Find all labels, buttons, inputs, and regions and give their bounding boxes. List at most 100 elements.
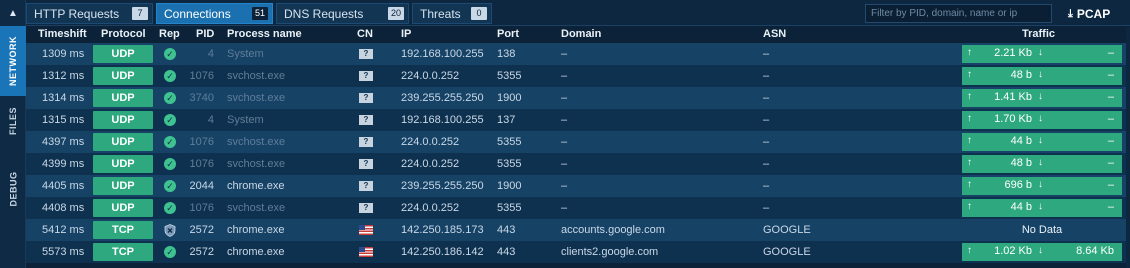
arrow-down-icon: ↓ [1038, 201, 1043, 212]
timeshift-cell: 4408 ms [42, 202, 85, 214]
tab-count-badge: 0 [471, 7, 487, 20]
check-circle-icon: ✓ [164, 48, 176, 60]
collapse-panel-button[interactable]: ▲ [0, 2, 26, 24]
traffic-sent: 48 b [1010, 69, 1032, 81]
col-ip[interactable]: IP [401, 28, 411, 40]
port-cell: 5355 [497, 158, 522, 170]
timeshift-cell: 4397 ms [42, 136, 85, 148]
asn-cell: – [763, 202, 770, 214]
ip-cell: 239.255.255.250 [401, 92, 484, 104]
table-row[interactable]: 1315 ms UDP ✓ 4 System? 192.168.100.255 137– – ↑… [26, 109, 1130, 131]
ip-cell: 239.255.255.250 [401, 180, 484, 192]
arrow-up-icon: ↑ [967, 201, 972, 212]
ip-cell: 224.0.0.252 [401, 136, 460, 148]
table-row[interactable]: 1312 ms UDP ✓ 1076 svchost.exe? 224.0.0.252 53… [26, 65, 1130, 87]
check-circle-icon: ✓ [164, 158, 176, 170]
port-cell: 5355 [497, 202, 522, 214]
col-port[interactable]: Port [497, 28, 519, 40]
col-protocol[interactable]: Protocol [101, 28, 146, 40]
table-row[interactable]: 1314 ms UDP ✓ 3740 svchost.exe? 239.255.255.2… [26, 87, 1130, 109]
traffic-cell: ↑ 2.21 Kb ↓ – [962, 45, 1122, 63]
asn-cell: – [763, 180, 770, 192]
table-row[interactable]: 4397 ms UDP ✓ 1076 svchost.exe? 224.0.0.252 53… [26, 131, 1130, 153]
col-domain[interactable]: Domain [561, 28, 601, 40]
col-process-name[interactable]: Process name [227, 28, 302, 40]
traffic-cell: ↑ 1.41 Kb ↓ – [962, 89, 1122, 107]
unknown-country-icon: ? [359, 49, 373, 59]
tab-http-requests[interactable]: HTTP Requests 7 [26, 3, 153, 24]
port-cell: 138 [497, 48, 516, 60]
traffic-sent: 1.70 Kb [994, 113, 1032, 125]
process-name-cell: chrome.exe [227, 224, 285, 236]
check-circle-icon: ✓ [164, 202, 176, 214]
col-timeshift[interactable]: Timeshift [38, 28, 87, 40]
traffic-cell: ↑ 1.02 Kb ↓ 8.64 Kb [962, 243, 1122, 261]
arrow-up-icon: ↑ [967, 113, 972, 124]
traffic-received: – [1107, 47, 1114, 59]
port-cell: 443 [497, 224, 516, 236]
traffic-sent: 696 b [1004, 179, 1032, 191]
tab-count-badge: 20 [387, 7, 404, 20]
col-asn[interactable]: ASN [763, 28, 786, 40]
rail-tab-network[interactable]: NETWORK [0, 26, 26, 96]
protocol-badge: TCP [93, 221, 153, 239]
pid-cell: 4 [207, 48, 214, 60]
filter-input[interactable] [865, 4, 1052, 23]
rail-tab-files[interactable]: FILES [0, 98, 26, 144]
pid-cell: 2044 [189, 180, 214, 192]
process-name-cell: svchost.exe [227, 70, 286, 82]
arrow-down-icon: ↓ [1038, 135, 1043, 146]
protocol-badge: TCP [93, 243, 153, 261]
unknown-country-icon: ? [359, 93, 373, 103]
pid-cell: 1076 [189, 158, 214, 170]
process-name-cell: svchost.exe [227, 92, 286, 104]
check-circle-icon: ✓ [164, 180, 176, 192]
process-name-cell: svchost.exe [227, 158, 286, 170]
table-row[interactable]: 4408 ms UDP ✓ 1076 svchost.exe? 224.0.0.252 53… [26, 197, 1130, 219]
pid-cell: 1076 [189, 136, 214, 148]
tab-count-badge: 7 [132, 7, 148, 20]
download-icon: ⤓ [1068, 7, 1073, 20]
timeshift-cell: 4399 ms [42, 158, 85, 170]
domain-cell: – [561, 136, 568, 148]
col-traffic[interactable]: Traffic [1022, 28, 1055, 40]
table-row[interactable]: 4399 ms UDP ✓ 1076 svchost.exe? 224.0.0.252 53… [26, 153, 1130, 175]
tab-connections[interactable]: Connections 51 [156, 3, 273, 24]
col-cn[interactable]: CN [357, 28, 373, 40]
tab-count-badge: 51 [251, 7, 268, 20]
tab-threats[interactable]: Threats 0 [412, 3, 492, 24]
process-name-cell: chrome.exe [227, 180, 285, 192]
table-row[interactable]: 4405 ms UDP ✓ 2044 chrome.exe? 239.255.255.25… [26, 175, 1130, 197]
traffic-received: – [1107, 69, 1114, 81]
arrow-down-icon: ↓ [1038, 113, 1043, 124]
pcap-download-button[interactable]: ⤓ PCAP [1068, 5, 1110, 23]
pid-cell: 1076 [189, 70, 214, 82]
process-name-cell: System [227, 48, 264, 60]
rail-tab-debug[interactable]: DEBUG [0, 166, 26, 212]
domain-cell: clients2.google.com [561, 246, 659, 258]
col-pid[interactable]: PID [196, 28, 214, 40]
ip-cell: 224.0.0.252 [401, 202, 460, 214]
arrow-down-icon: ↓ [1038, 47, 1043, 58]
shield-icon [164, 224, 176, 237]
traffic-cell: ↑ 44 b ↓ – [962, 133, 1122, 151]
table-row[interactable]: 5573 ms TCP ✓ 2572 chrome.exe 142.250.186.142… [26, 241, 1130, 263]
timeshift-cell: 5573 ms [42, 246, 85, 258]
asn-cell: GOOGLE [763, 224, 811, 236]
check-circle-icon: ✓ [164, 246, 176, 258]
col-rep[interactable]: Rep [159, 28, 180, 40]
timeshift-cell: 5412 ms [42, 224, 85, 236]
asn-cell: – [763, 70, 770, 82]
pid-cell: 3740 [189, 92, 214, 104]
arrow-up-icon: ↑ [967, 69, 972, 80]
asn-cell: – [763, 48, 770, 60]
arrow-down-icon: ↓ [1038, 179, 1043, 190]
traffic-cell: ↑ 48 b ↓ – [962, 155, 1122, 173]
tab-dns-requests[interactable]: DNS Requests 20 [276, 3, 409, 24]
process-name-cell: chrome.exe [227, 246, 285, 258]
arrow-up-icon: ↑ [967, 47, 972, 58]
table-row[interactable]: 5412 ms TCP 2572 chrome.exe 142.250.185.173 4… [26, 219, 1130, 241]
timeshift-cell: 1314 ms [42, 92, 85, 104]
table-row[interactable]: 1309 ms UDP ✓ 4 System? 192.168.100.255 138– – ↑… [26, 43, 1130, 65]
table-scrollbar[interactable] [1126, 27, 1130, 268]
